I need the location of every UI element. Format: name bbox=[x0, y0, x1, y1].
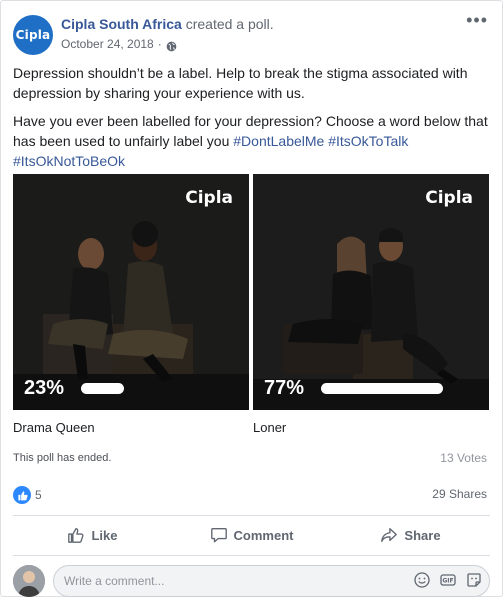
poll-percent: 23% bbox=[24, 377, 65, 399]
page-avatar[interactable]: Cipla bbox=[13, 15, 53, 55]
share-arrow-icon bbox=[381, 528, 398, 542]
divider bbox=[13, 515, 490, 516]
hashtag-link[interactable]: #ItsOkToTalk bbox=[328, 133, 408, 149]
brand-watermark: Cipla bbox=[185, 188, 233, 208]
post-meta: October 24, 2018 · bbox=[61, 35, 274, 53]
share-count[interactable]: 29 Shares bbox=[432, 487, 487, 501]
comment-composer: Write a comment... GIF bbox=[13, 565, 490, 597]
page-name-link[interactable]: Cipla South Africa bbox=[61, 16, 182, 32]
post-paragraph-2: Have you ever been labelled for your dep… bbox=[13, 111, 493, 171]
poll-option-image[interactable]: Cipla 23% bbox=[13, 174, 249, 410]
thumbs-up-icon bbox=[13, 486, 31, 504]
more-options-icon[interactable]: ••• bbox=[466, 11, 488, 29]
smiley-icon[interactable] bbox=[414, 572, 430, 588]
gif-icon[interactable]: GIF bbox=[440, 572, 456, 588]
poll-percent: 77% bbox=[264, 377, 305, 399]
reaction-count: 5 bbox=[35, 488, 42, 502]
poll-result-bar bbox=[321, 383, 443, 394]
like-button[interactable]: Like bbox=[13, 518, 172, 552]
sticker-icon[interactable] bbox=[466, 572, 482, 588]
post-action-text: created a poll. bbox=[185, 16, 274, 32]
hashtag-link[interactable]: #ItsOkNotToBeOk bbox=[13, 153, 125, 169]
avatar-logo-text: Cipla bbox=[15, 28, 51, 42]
poll-post: Cipla Cipla South Africa created a poll.… bbox=[0, 0, 503, 597]
meta-separator: · bbox=[157, 37, 162, 51]
share-button[interactable]: Share bbox=[331, 518, 490, 552]
header-text: Cipla South Africa created a poll. Octob… bbox=[61, 15, 274, 53]
post-paragraph-1: Depression shouldn’t be a label. Help to… bbox=[13, 65, 468, 101]
poll-option-label[interactable]: Loner bbox=[253, 420, 489, 436]
thumbs-up-icon bbox=[68, 528, 84, 543]
poll-option-drama-queen[interactable]: Cipla 23% Drama Queen bbox=[13, 174, 249, 436]
reaction-summary[interactable]: 5 bbox=[13, 486, 42, 504]
comment-label: Comment bbox=[233, 527, 294, 543]
poll-option-loner[interactable]: Cipla 77% Loner bbox=[253, 174, 489, 436]
header-line: Cipla South Africa created a poll. bbox=[61, 15, 274, 33]
svg-text:GIF: GIF bbox=[442, 578, 453, 585]
vote-count[interactable]: 13 Votes bbox=[440, 451, 487, 465]
post-body: Depression shouldn’t be a label. Help to… bbox=[13, 63, 493, 179]
comment-tools: GIF bbox=[414, 572, 482, 588]
post-date[interactable]: October 24, 2018 bbox=[61, 35, 154, 53]
poll-option-label[interactable]: Drama Queen bbox=[13, 420, 249, 436]
like-label: Like bbox=[91, 527, 118, 543]
poll-result-bar bbox=[81, 383, 124, 394]
hashtag-link[interactable]: #DontLabelMe bbox=[233, 133, 324, 149]
comment-button[interactable]: Comment bbox=[172, 518, 331, 552]
globe-icon bbox=[166, 39, 177, 51]
speech-bubble-icon bbox=[210, 528, 227, 543]
post-actions: Like Comment Share bbox=[13, 518, 490, 552]
divider bbox=[13, 555, 490, 556]
poll-options: Cipla 23% Drama Queen Cipla 77% Loner bbox=[13, 174, 489, 439]
poll-status: This poll has ended. bbox=[13, 452, 112, 464]
share-label: Share bbox=[404, 527, 441, 543]
poll-option-image[interactable]: Cipla 77% bbox=[253, 174, 489, 410]
user-avatar[interactable] bbox=[13, 565, 45, 597]
post-header: Cipla Cipla South Africa created a poll.… bbox=[13, 11, 490, 57]
comment-placeholder: Write a comment... bbox=[64, 574, 165, 588]
brand-watermark: Cipla bbox=[425, 188, 473, 208]
